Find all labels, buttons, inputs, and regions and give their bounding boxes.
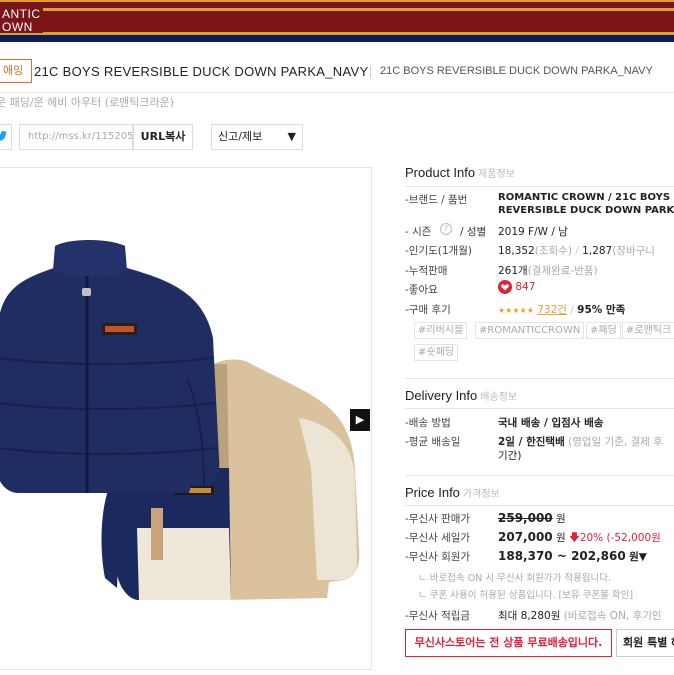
heart-icon [498, 280, 512, 294]
divider [405, 505, 674, 506]
breadcrumb[interactable]: 운 패딩/운 헤비 아우터 (로맨틱크라운) [0, 94, 174, 110]
discount-amount: (-52,000원 [606, 532, 661, 544]
divider [405, 186, 674, 187]
divider [370, 66, 371, 78]
row-label: -브랜드 / 품번 [405, 194, 468, 206]
report-select[interactable]: 신고/제보 ▼ [211, 124, 303, 150]
member-note-text: ㄴ 바로접속 ON 시 무신사 회원가가 적용됩니다. [418, 573, 612, 584]
delivery-days: 2일 / 한진택배 [498, 436, 565, 448]
next-image-button[interactable]: ▶ [350, 409, 370, 431]
retail-price: 259,000 [498, 511, 553, 525]
section-title-ko: 배송정보 [480, 392, 518, 403]
twitter-icon [0, 131, 7, 141]
row-label: -좋아요 [405, 284, 438, 296]
product-title-bar: 애잉 21C BOYS REVERSIBLE DUCK DOWN PARKA_N… [0, 51, 674, 93]
sales-unit: (결제완료-반품) [527, 265, 598, 277]
down-arrow-icon: 🡇 [569, 532, 580, 544]
section-title: Price Info [405, 485, 460, 500]
parka-illustration [0, 240, 360, 600]
member-price: 188,370 ~ 202,860 [498, 549, 626, 563]
divider [405, 408, 674, 409]
row-label: - 시즌 [405, 226, 432, 238]
coupon-note-text: ㄴ 쿠폰 사용이 허용된 상품입니다. [보유 쿠폰몰 확인] [418, 590, 634, 601]
product-image[interactable] [0, 167, 372, 670]
divider [405, 475, 674, 476]
twitter-share-button[interactable] [0, 124, 12, 150]
delivery-info-heading: Delivery Info 배송정보 [405, 388, 517, 403]
divider [405, 378, 674, 379]
hashtag[interactable]: #로맨틱크 [622, 322, 674, 339]
review-count-link[interactable]: 732건 [537, 304, 567, 316]
product-title: 21C BOYS REVERSIBLE DUCK DOWN PARKA_NAVY [34, 64, 369, 79]
brand-banner[interactable]: ANTIC OWN [0, 0, 674, 42]
currency-unit: 원 [556, 532, 566, 544]
hashtag[interactable]: #ROMANTICCROWN [475, 322, 585, 339]
coupon-note[interactable]: ㄴ 쿠폰 사용이 허용된 상품입니다. [보유 쿠폰몰 확인] [418, 587, 633, 601]
row-label: -무신사 회원가 [405, 551, 471, 563]
row-label: -무신사 적립금 [405, 610, 471, 622]
row-label: -평균 배송일 [405, 436, 461, 448]
category-badge[interactable]: 애잉 [0, 59, 33, 83]
banner-navy-band [0, 35, 674, 42]
url-copy-button[interactable]: URL복사 [133, 124, 193, 150]
section-title: Product Info [405, 165, 476, 180]
free-shipping-notice[interactable]: 무신사스토어는 전 상품 무료배송입니다. [405, 629, 612, 657]
section-title-ko: 제품정보 [478, 169, 515, 180]
product-code: REVERSIBLE DUCK DOWN PARK [498, 205, 674, 216]
row-label: -구매 후기 [405, 304, 451, 316]
row-label: -누적판매 [405, 265, 448, 277]
product-info-heading: Product Info 제품정보 [405, 165, 515, 180]
brand-logo-line: OWN [0, 21, 43, 33]
delivery-note: (영업일 기준, 결제 후 [568, 436, 663, 448]
row-label: -배송 방법 [405, 417, 451, 429]
hashtag[interactable]: #숏패딩 [414, 344, 458, 361]
view-count: 18,352 [498, 245, 535, 257]
banner-stripe [0, 8, 674, 11]
points-value: 최대 8,280원 [498, 610, 561, 622]
report-select-label: 신고/제보 [218, 130, 263, 143]
season-value: 2019 F/W / 남 [498, 226, 568, 238]
currency-unit: 원 [556, 513, 566, 525]
member-note: ㄴ 바로접속 ON 시 무신사 회원가가 적용됩니다. [418, 570, 611, 584]
cart-count: 1,287 [582, 245, 613, 257]
row-label: -무신사 세일가 [405, 532, 471, 544]
caret-down-icon: ▼ [287, 130, 296, 143]
like-button[interactable]: 847 [498, 280, 535, 294]
brand-logo-line: ANTIC [0, 7, 43, 21]
row-label: -인기도(1개월) [405, 245, 472, 257]
product-subtitle: 21C BOYS REVERSIBLE DUCK DOWN PARKA_NAVY [380, 65, 653, 77]
member-price-toggle[interactable]: 원▼ [629, 551, 647, 563]
section-title-ko: 가격정보 [462, 489, 500, 500]
brand-logo[interactable]: ANTIC OWN [0, 8, 43, 33]
points-note: (바로접속 ON, 후기인 [563, 610, 662, 622]
cart-count-unit: (장바구니 [612, 245, 655, 257]
section-title: Delivery Info [405, 388, 478, 403]
price-info-heading: Price Info 가격정보 [405, 485, 500, 500]
satisfaction-rate: 95% 만족 [577, 304, 626, 316]
help-icon[interactable]: ? [440, 223, 452, 235]
sales-count: 261개 [498, 265, 528, 277]
sale-price: 207,000 [498, 530, 553, 544]
delivery-method: 국내 배송 / 입점사 배송 [498, 417, 604, 429]
hashtag[interactable]: #패딩 [586, 322, 621, 339]
share-url-field[interactable]: http://mss.kr/115205 [19, 124, 133, 150]
like-count: 847 [515, 281, 536, 293]
view-count-unit: (조회수) [534, 245, 572, 257]
row-label: -무신사 판매가 [405, 513, 471, 525]
star-rating-icon: ★★★★★ [498, 306, 534, 315]
hashtag[interactable]: #리버시블 [414, 322, 468, 339]
navy-parka-front [0, 240, 220, 493]
brand-link[interactable]: ROMANTIC CROWN / 21C BOYS [498, 192, 670, 203]
row-label: / 성별 [460, 226, 487, 238]
discount-rate: 20% [579, 532, 604, 544]
member-benefit-button[interactable]: 회원 특별 혜 [616, 629, 674, 657]
delivery-note: 기간) [498, 450, 522, 462]
